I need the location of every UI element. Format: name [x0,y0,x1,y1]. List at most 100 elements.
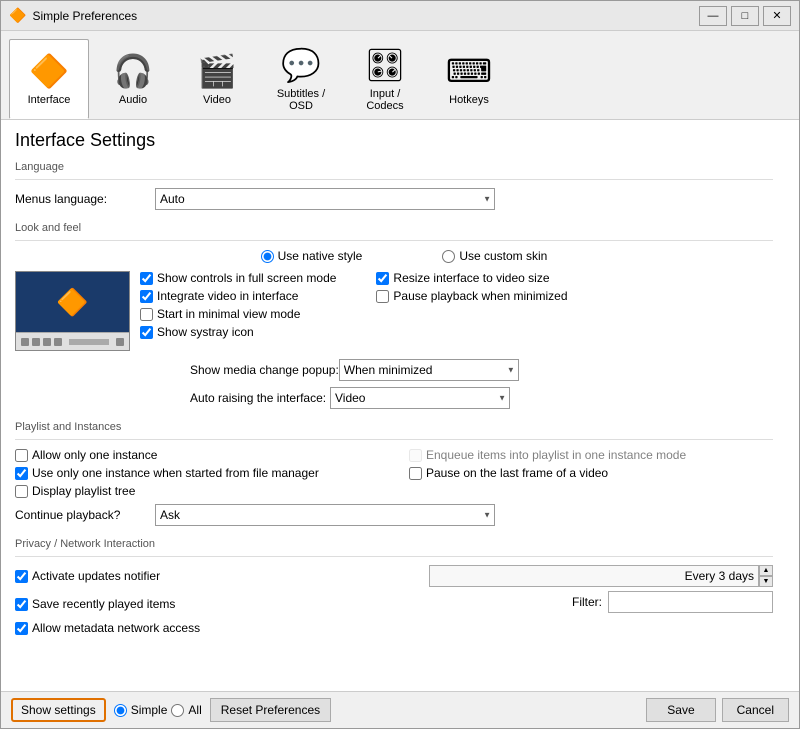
recently-played-checkbox[interactable] [15,598,28,611]
app-icon: 🔶 [9,7,26,24]
ctrl-dot-1 [21,338,29,346]
continue-wrapper: Ask Always Never [155,504,495,526]
updates-checkbox[interactable] [15,570,28,583]
menus-language-select[interactable]: Auto English French [155,188,495,210]
enqueue-checkbox[interactable] [409,449,422,462]
pause-last-label: Pause on the last frame of a video [426,466,608,480]
show-media-popup-select[interactable]: When minimized Always Never [339,359,519,381]
file-manager-row[interactable]: Use only one instance when started from … [15,466,379,480]
spin-up-button[interactable]: ▲ [759,565,773,576]
tab-video-label: Video [203,94,231,106]
show-controls-checkbox[interactable] [140,272,153,285]
view-mode-radio-group: Simple All [114,703,202,717]
titlebar-left: 🔶 Simple Preferences [9,7,137,24]
resize-interface-checkbox[interactable] [376,272,389,285]
native-style-option[interactable]: Use native style [261,249,363,263]
custom-skin-radio[interactable] [442,250,455,263]
custom-skin-option[interactable]: Use custom skin [442,249,547,263]
tab-subtitles-label: Subtitles / OSD [266,88,336,112]
reset-preferences-button[interactable]: Reset Preferences [210,698,331,722]
all-label: All [188,703,201,717]
continue-select[interactable]: Ask Always Never [155,504,495,526]
recently-played-label: Save recently played items [32,597,175,611]
input-icon: 🎛 [365,46,406,84]
integrate-video-checkbox[interactable] [140,290,153,303]
display-playlist-row[interactable]: Display playlist tree [15,484,379,498]
updates-checkbox-row[interactable]: Activate updates notifier [15,569,160,583]
file-manager-checkbox[interactable] [15,467,28,480]
checkboxes-col1: Show controls in full screen mode Integr… [140,271,336,339]
video-icon: 🎬 [197,52,237,90]
recently-played-row: Save recently played items Filter: [15,591,773,617]
ctrl-dot-5 [116,338,124,346]
maximize-button[interactable]: □ [731,6,759,26]
all-option[interactable]: All [171,703,201,717]
tab-interface-label: Interface [28,94,71,106]
metadata-checkbox-row[interactable]: Allow metadata network access [15,621,773,635]
pause-last-checkbox[interactable] [409,467,422,480]
main-window: 🔶 Simple Preferences — □ ✕ 🔶 Interface 🎧… [0,0,800,729]
interface-options: 🔶 [15,271,773,351]
interface-preview: 🔶 [15,271,130,351]
tab-video[interactable]: 🎬 Video [177,39,257,119]
bottom-bar: Show settings Simple All Reset Preferenc… [1,691,799,728]
pause-last-row[interactable]: Pause on the last frame of a video [409,466,773,480]
playlist-col2: Enqueue items into playlist in one insta… [409,448,773,498]
bottom-left: Show settings Simple All Reset Preferenc… [11,698,331,722]
pause-minimized-row[interactable]: Pause playback when minimized [376,289,567,303]
auto-raise-select[interactable]: Video Always Never [330,387,510,409]
custom-skin-label: Use custom skin [459,249,547,263]
tab-subtitles[interactable]: 💬 Subtitles / OSD [261,39,341,119]
updates-frequency-input[interactable] [429,565,759,587]
ctrl-seekbar [69,339,109,345]
page-title: Interface Settings [15,130,773,151]
pause-minimized-checkbox[interactable] [376,290,389,303]
file-manager-label: Use only one instance when started from … [32,466,319,480]
save-button[interactable]: Save [646,698,715,722]
show-settings-button[interactable]: Show settings [11,698,106,722]
show-media-popup-row: Show media change popup: When minimized … [15,359,773,381]
all-radio[interactable] [171,704,184,717]
tab-hotkeys[interactable]: ⌨ Hotkeys [429,39,509,119]
metadata-checkbox[interactable] [15,622,28,635]
one-instance-row[interactable]: Allow only one instance [15,448,379,462]
subtitles-icon: 💬 [281,46,321,84]
minimal-view-row[interactable]: Start in minimal view mode [140,307,336,321]
enqueue-label: Enqueue items into playlist in one insta… [426,448,686,462]
checkboxes-two-cols: Show controls in full screen mode Integr… [140,271,568,339]
spin-down-button[interactable]: ▼ [759,576,773,587]
systray-checkbox[interactable] [140,326,153,339]
checkboxes-col2: Resize interface to video size Pause pla… [376,271,567,339]
recently-played-checkbox-row[interactable]: Save recently played items [15,597,175,611]
preview-cone-icon: 🔶 [56,287,88,318]
ctrl-dot-4 [54,338,62,346]
simple-radio[interactable] [114,704,127,717]
tab-interface[interactable]: 🔶 Interface [9,39,89,119]
enqueue-row[interactable]: Enqueue items into playlist in one insta… [409,448,773,462]
content-area: Interface Settings Language Menus langua… [1,120,799,691]
close-button[interactable]: ✕ [763,6,791,26]
display-playlist-checkbox[interactable] [15,485,28,498]
native-style-radio[interactable] [261,250,274,263]
ctrl-dot-3 [43,338,51,346]
tab-input-label: Input / Codecs [350,88,420,112]
bottom-right: Save Cancel [646,698,789,722]
resize-interface-label: Resize interface to video size [393,271,549,285]
resize-interface-row[interactable]: Resize interface to video size [376,271,567,285]
playlist-checkboxes: Allow only one instance Use only one ins… [15,448,773,498]
cancel-button[interactable]: Cancel [722,698,789,722]
privacy-section: Privacy / Network Interaction Activate u… [15,538,773,635]
filter-input[interactable] [608,591,773,613]
tab-input[interactable]: 🎛 Input / Codecs [345,39,425,119]
systray-row[interactable]: Show systray icon [140,325,336,339]
simple-option[interactable]: Simple [114,703,168,717]
one-instance-checkbox[interactable] [15,449,28,462]
tab-audio[interactable]: 🎧 Audio [93,39,173,119]
language-section-label: Language [15,161,773,173]
minimize-button[interactable]: — [699,6,727,26]
show-controls-label: Show controls in full screen mode [157,271,336,285]
integrate-video-row[interactable]: Integrate video in interface [140,289,336,303]
minimal-view-checkbox[interactable] [140,308,153,321]
pause-minimized-label: Pause playback when minimized [393,289,567,303]
show-controls-row[interactable]: Show controls in full screen mode [140,271,336,285]
